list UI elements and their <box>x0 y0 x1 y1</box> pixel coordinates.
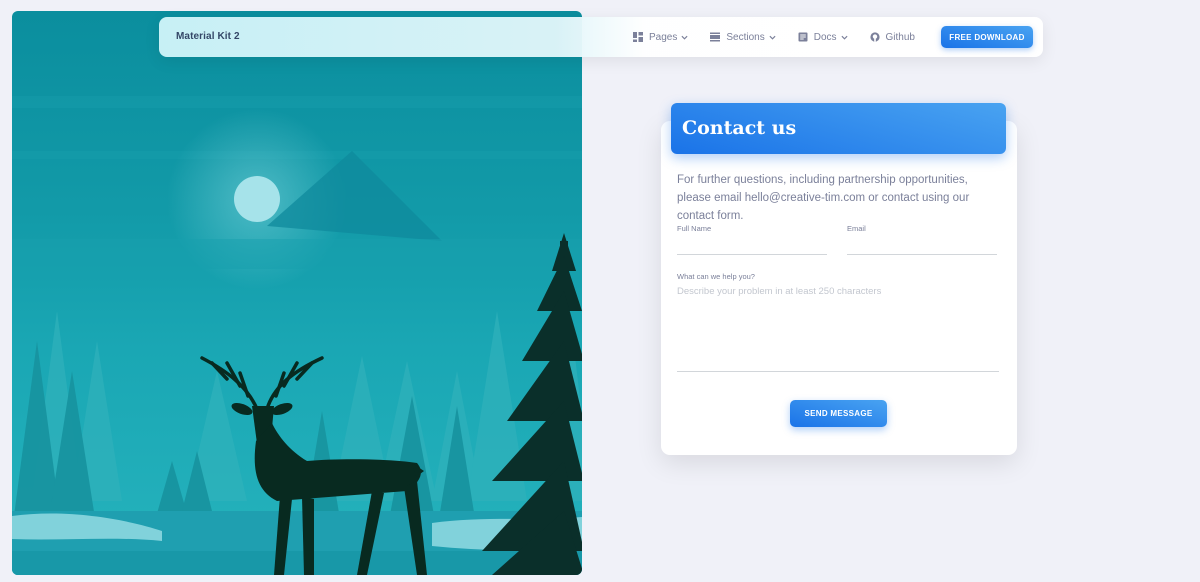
message-textarea[interactable] <box>677 286 999 372</box>
free-download-button[interactable]: FREE DOWNLOAD <box>941 26 1033 48</box>
nav-item-pages[interactable]: Pages <box>633 32 688 43</box>
full-name-field[interactable] <box>677 240 827 255</box>
nav-item-label: Pages <box>649 31 678 43</box>
deer-forest-illustration <box>12 96 582 575</box>
message-label: What can we help you? <box>677 272 755 281</box>
nav-item-label: Docs <box>813 31 837 43</box>
nav-item-label: Sections <box>726 31 765 43</box>
nav-item-github[interactable]: Github <box>869 31 915 43</box>
nav-menu: Pages Sections Docs Github <box>633 17 937 57</box>
article-icon <box>798 32 808 42</box>
email-field[interactable] <box>847 240 997 255</box>
send-message-button[interactable]: SEND MESSAGE <box>790 400 887 427</box>
top-navbar: Material Kit 2 Pages Sections Docs Githu… <box>159 17 1043 57</box>
chevron-down-icon <box>681 35 688 40</box>
page-title: Contact us <box>682 117 797 139</box>
moon-icon <box>234 176 280 222</box>
dashboard-icon <box>633 32 643 42</box>
contact-card-header: Contact us <box>671 103 1006 154</box>
chevron-down-icon <box>840 35 848 40</box>
nav-item-sections[interactable]: Sections <box>710 31 776 43</box>
nav-item-docs[interactable]: Docs <box>798 32 848 43</box>
hero-illustration <box>12 11 582 575</box>
full-name-label: Full Name <box>677 224 712 233</box>
brand-logo[interactable]: Material Kit 2 <box>176 17 240 57</box>
chevron-down-icon <box>769 35 776 40</box>
email-label: Email <box>847 224 866 233</box>
view-day-icon <box>710 32 721 42</box>
nav-item-label: Github <box>885 31 915 43</box>
github-icon <box>869 32 880 42</box>
contact-intro-text: For further questions, including partner… <box>677 174 970 222</box>
